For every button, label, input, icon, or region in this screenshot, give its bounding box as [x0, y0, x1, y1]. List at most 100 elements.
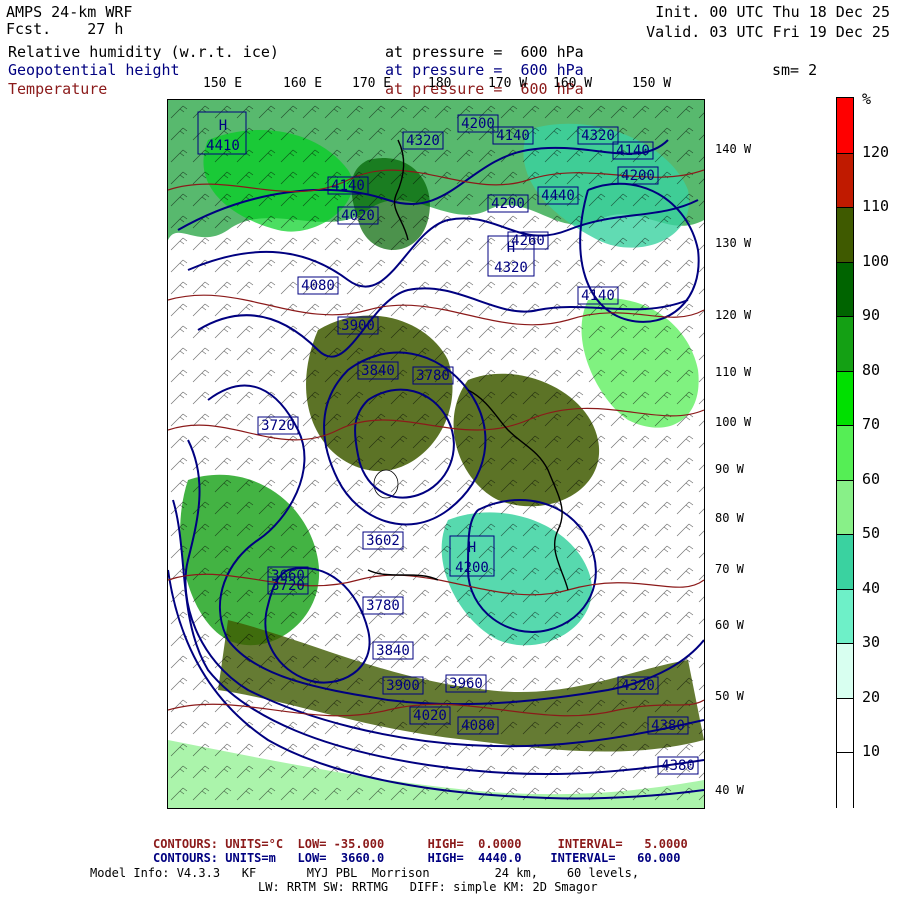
lon-label: 160 W	[553, 76, 593, 91]
smoothing-label: sm= 2	[772, 61, 818, 79]
height-label: 3900	[386, 678, 420, 694]
lon-label: 170 W	[488, 76, 528, 91]
colorbar-label: 60	[862, 469, 881, 488]
lon-right-label: 120 W	[715, 308, 752, 322]
height-label: 4410	[206, 138, 240, 154]
height-label: 3602	[366, 533, 400, 549]
colorbar-segment	[837, 752, 853, 809]
lon-right-label: 90 W	[715, 462, 744, 476]
height-label: 4440	[541, 188, 575, 204]
model-title: AMPS 24-km WRF	[6, 3, 133, 21]
height-interval: INTERVAL= 60.000	[550, 851, 681, 865]
lon-label: 150 E	[203, 76, 243, 91]
height-label: 4200	[491, 196, 525, 212]
forecast-label: Fcst.	[6, 20, 52, 38]
height-label: 4200	[461, 116, 495, 132]
height-label: 4020	[341, 208, 375, 224]
height-contours-label: CONTOURS:	[153, 851, 219, 865]
weather-map: H 4410 H 4320 H 4200 4320 4200 4140 4020 408…	[167, 99, 705, 809]
lon-right-label: 100 W	[715, 415, 752, 429]
height-label: 4320	[406, 133, 440, 149]
height-label: 3780	[416, 368, 450, 384]
height-label: 4380	[651, 718, 685, 734]
temp-high: HIGH= 0.0000	[427, 837, 522, 851]
high-marker: H	[468, 540, 476, 556]
lon-label: 160 E	[283, 76, 323, 91]
colorbar-segment	[837, 534, 853, 591]
wind-barbs	[168, 100, 704, 808]
lon-right-label: 130 W	[715, 236, 752, 250]
colorbar-label: 70	[862, 415, 881, 434]
forecast-value: 27 h	[87, 20, 124, 38]
height-contour-info: CONTOURS: UNITS=m LOW= 3660.0 HIGH= 4440…	[153, 852, 680, 865]
colorbar-segment	[837, 697, 853, 754]
temp-units: UNITS=°C	[225, 837, 284, 851]
lon-right-label: 60 W	[715, 618, 744, 632]
colorbar-label: 100	[862, 251, 890, 270]
lon-right-label: 140 W	[715, 142, 752, 156]
height-label: 4140	[331, 178, 365, 194]
colorbar-segment	[837, 370, 853, 427]
colorbar-label: 50	[862, 524, 881, 543]
height-units: UNITS=m	[225, 851, 276, 865]
temp-contour-info: CONTOURS: UNITS=°C LOW= -35.000 HIGH= 0.…	[153, 838, 688, 851]
lon-right-label: 80 W	[715, 511, 744, 525]
lon-right-label: 110 W	[715, 365, 752, 379]
colorbar-segment	[837, 98, 853, 154]
height-label: 4200	[455, 560, 489, 576]
high-marker: H	[219, 118, 227, 134]
field-level-rh: at pressure = 600 hPa	[385, 43, 584, 61]
height-label: 4140	[496, 128, 530, 144]
height-label: 3780	[366, 598, 400, 614]
height-low: LOW= 3660.0	[297, 851, 385, 865]
height-label: 4140	[616, 143, 650, 159]
forecast-hour: Fcst. 27 h	[6, 21, 123, 38]
colorbar-segment	[837, 479, 853, 536]
model-info-line1: Model Info: V4.3.3 KF MYJ PBL Morrison 2…	[90, 866, 640, 880]
height-label: 3720	[261, 418, 295, 434]
height-label: 4320	[621, 678, 655, 694]
lon-right-label: 40 W	[715, 783, 744, 797]
colorbar-segment	[837, 425, 853, 482]
field-name-rh: Relative humidity (w.r.t. ice)	[8, 43, 279, 61]
field-name-temperature: Temperature	[8, 80, 108, 98]
temp-contours-label: CONTOURS:	[153, 837, 219, 851]
lon-label: 150 W	[632, 76, 672, 91]
colorbar-segment	[837, 152, 853, 209]
height-label: 4080	[461, 718, 495, 734]
height-label: 3960	[449, 676, 483, 692]
colorbar	[836, 97, 854, 809]
colorbar-label: 10	[862, 742, 881, 761]
lon-right-label: 70 W	[715, 562, 744, 576]
colorbar-segment	[837, 588, 853, 645]
colorbar-segment	[837, 207, 853, 264]
temp-low: LOW= -35.000	[297, 837, 385, 851]
height-label: 3900	[341, 318, 375, 334]
colorbar-segment	[837, 316, 853, 373]
height-high: HIGH= 4440.0	[427, 851, 522, 865]
colorbar-label: 20	[862, 687, 881, 706]
colorbar-label: 110	[862, 197, 890, 216]
init-time: Init. 00 UTC Thu 18 Dec 25	[655, 3, 890, 21]
height-label: 3840	[361, 363, 395, 379]
colorbar-unit: %	[862, 90, 872, 108]
height-label: 3840	[376, 643, 410, 659]
height-label: 4380	[661, 758, 695, 774]
height-label: 4020	[413, 708, 447, 724]
colorbar-segment	[837, 261, 853, 318]
height-label: 4320	[494, 260, 528, 276]
lon-right-label: 50 W	[715, 689, 744, 703]
colorbar-label: 40	[862, 578, 881, 597]
colorbar-label: 80	[862, 360, 881, 379]
height-label: 4080	[301, 278, 335, 294]
colorbar-segment	[837, 643, 853, 700]
height-label: 4320	[581, 128, 615, 144]
colorbar-label: 30	[862, 633, 881, 652]
colorbar-label: 120	[862, 142, 890, 161]
model-info-line2: LW: RRTM SW: RRTMG DIFF: simple KM: 2D S…	[258, 880, 598, 894]
height-label: 4260	[511, 233, 545, 249]
valid-time: Valid. 03 UTC Fri 19 Dec 25	[646, 23, 890, 41]
field-name-height: Geopotential height	[8, 61, 180, 79]
lon-label: 180	[428, 76, 452, 91]
height-label: 3720	[271, 578, 305, 594]
